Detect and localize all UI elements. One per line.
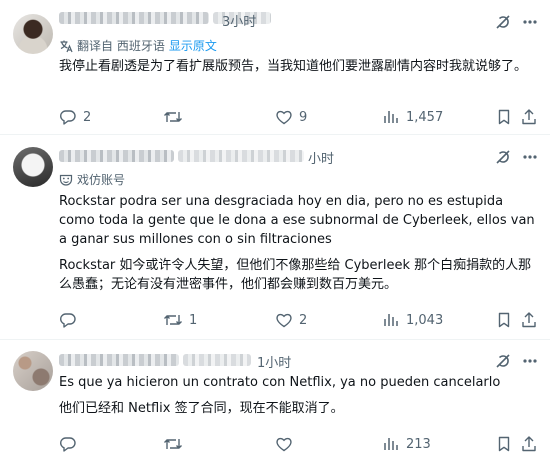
like-count: 2 — [299, 312, 308, 328]
reply-button[interactable]: 2 — [59, 107, 91, 127]
like-icon — [276, 110, 292, 125]
like-icon — [276, 313, 292, 328]
like-count: 9 — [299, 109, 308, 125]
bookmark-icon[interactable] — [495, 435, 513, 453]
repost-button[interactable] — [163, 434, 189, 454]
post-text-line: 我停止看剧透是为了看扩展版预告，当我知道他们要泄露剧情内容时我就说够了。 — [59, 59, 528, 74]
post-time[interactable]: 1小时 — [257, 352, 291, 371]
action-bar: 2 9 1,457 — [59, 107, 539, 127]
more-icon[interactable] — [521, 13, 539, 31]
like-button[interactable] — [275, 434, 299, 454]
share-icon[interactable] — [520, 435, 538, 453]
share-icon[interactable] — [520, 108, 538, 126]
like-button[interactable]: 9 — [275, 107, 307, 127]
reply-icon — [60, 313, 76, 328]
avatar[interactable] — [13, 14, 53, 54]
views-icon — [384, 438, 398, 450]
views-icon — [384, 314, 398, 326]
display-name-redacted[interactable] — [59, 150, 174, 162]
repost-button[interactable] — [163, 107, 189, 127]
post-1[interactable]: 3小时 翻译自 西班牙语 显示原文 我停止看剧透是为了看扩展版预告，当我知道他们… — [0, 0, 550, 134]
grok-icon[interactable] — [494, 352, 512, 370]
reply-icon — [60, 110, 76, 125]
repost-button[interactable]: 1 — [163, 310, 197, 330]
share-icon[interactable] — [520, 311, 538, 329]
avatar[interactable] — [13, 147, 53, 187]
grok-icon[interactable] — [494, 13, 512, 31]
like-button[interactable]: 2 — [275, 310, 307, 330]
post-text-translation: Rockstar 如今或许令人失望，但他们不像那些给 Cyberleek 那个白… — [59, 258, 532, 292]
reply-icon — [60, 437, 76, 452]
bookmark-icon[interactable] — [495, 108, 513, 126]
post-3[interactable]: 1小时 Es que ya hicieron un contrato con N… — [0, 340, 550, 457]
show-original-link[interactable]: 显示原文 — [169, 37, 217, 54]
views-button[interactable]: 1,457 — [382, 107, 443, 127]
grok-icon[interactable] — [494, 148, 512, 166]
translated-from-label: 翻译自 西班牙语 — [77, 39, 165, 53]
views-count: 213 — [406, 436, 431, 452]
repost-count: 1 — [189, 312, 198, 328]
post-text-original: Es que ya hicieron un contrato con Netfl… — [59, 375, 501, 390]
post-2[interactable]: 小时 戏仿账号 Rockstar podra ser una desgracia… — [0, 135, 550, 339]
display-name-redacted[interactable] — [59, 354, 179, 366]
post-text: 我停止看剧透是为了看扩展版预告，当我知道他们要泄露剧情内容时我就说够了。 — [59, 57, 537, 76]
action-bar: 1 2 1,043 — [59, 310, 539, 330]
repost-icon — [164, 315, 182, 325]
repost-icon — [164, 112, 182, 122]
post-text-original: Rockstar podra ser una desgraciada hoy e… — [59, 194, 535, 247]
post-time[interactable]: 小时 — [308, 148, 334, 167]
views-icon — [384, 111, 398, 123]
more-icon[interactable] — [521, 148, 539, 166]
handle-redacted[interactable] — [178, 150, 304, 162]
display-name-redacted[interactable] — [59, 12, 209, 24]
post-text: Rockstar podra ser una desgraciada hoy e… — [59, 192, 537, 294]
handle-redacted[interactable] — [183, 354, 251, 366]
parody-account-label: 戏仿账号 — [59, 171, 125, 188]
like-icon — [276, 437, 292, 452]
reply-button[interactable] — [59, 434, 83, 454]
avatar[interactable] — [13, 351, 53, 391]
parody-mask-icon — [59, 174, 73, 186]
reply-button[interactable] — [59, 310, 83, 330]
reply-count: 2 — [83, 109, 92, 125]
action-bar: 213 — [59, 434, 539, 454]
parody-label: 戏仿账号 — [77, 173, 126, 187]
post-text: Es que ya hicieron un contrato con Netfl… — [59, 373, 537, 418]
views-button[interactable]: 1,043 — [382, 310, 443, 330]
post-text-translation: 他们已经和 Netflix 签了合同，现在不能取消了。 — [59, 401, 344, 416]
repost-icon — [164, 439, 182, 449]
post-time[interactable]: 3小时 — [222, 11, 256, 30]
views-count: 1,457 — [406, 109, 444, 125]
translation-meta: 翻译自 西班牙语 显示原文 — [59, 37, 217, 54]
bookmark-icon[interactable] — [495, 311, 513, 329]
translate-icon — [60, 40, 73, 52]
more-icon[interactable] — [521, 352, 539, 370]
views-count: 1,043 — [406, 312, 444, 328]
views-button[interactable]: 213 — [382, 434, 431, 454]
